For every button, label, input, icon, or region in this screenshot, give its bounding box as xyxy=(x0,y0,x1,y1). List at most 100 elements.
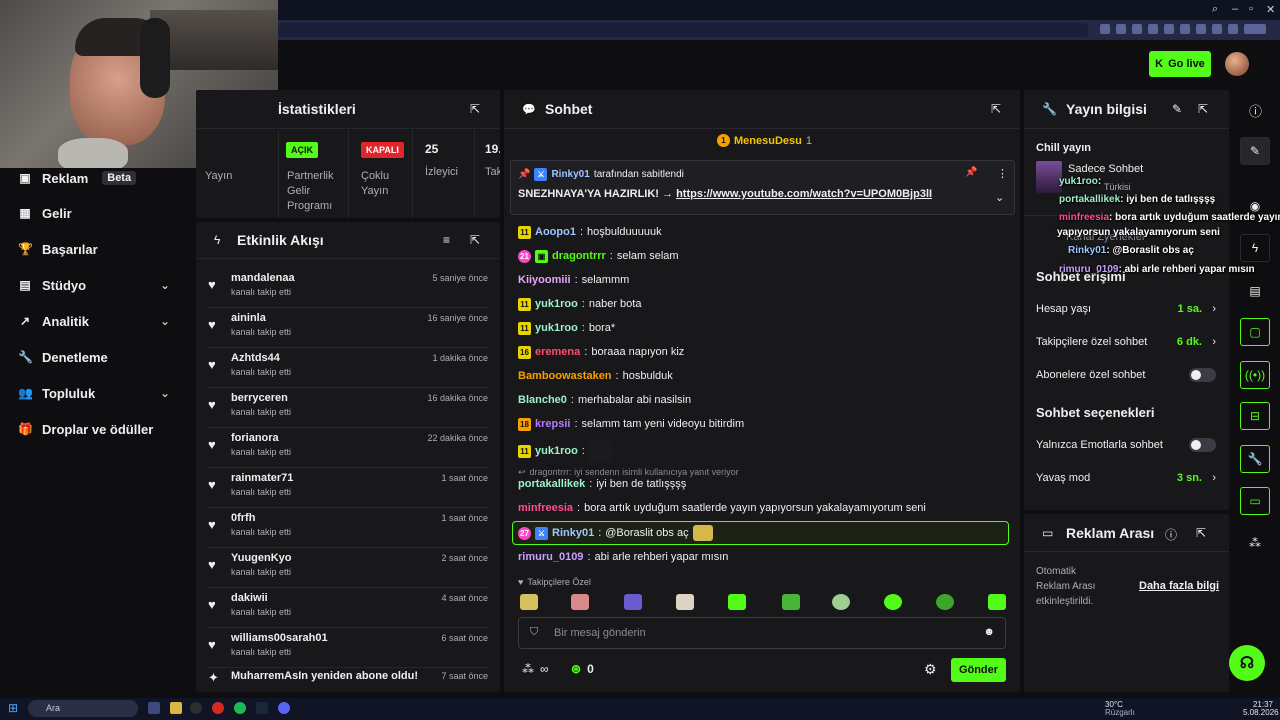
chat-input[interactable]: ⛉ Bir mesaj gönderin ☻ xyxy=(518,617,1006,649)
extension-icon[interactable] xyxy=(1164,24,1174,34)
close-icon[interactable]: ✕ xyxy=(1266,3,1275,16)
chat-message[interactable]: 11 yuk1roo: naber bota xyxy=(518,296,641,312)
maximize-icon[interactable]: ▫ xyxy=(1249,3,1253,15)
slow-mode-setting[interactable]: Yavaş mod 3 sn. › xyxy=(1036,470,1216,486)
chat-message[interactable]: 16 eremena: boraaa napıyon kiz xyxy=(518,344,684,360)
spotify-icon[interactable] xyxy=(234,702,246,714)
extension-icon[interactable] xyxy=(1212,24,1222,34)
event-row[interactable]: ✦ MuharremAsIn yeniden abone oldu! 7 saa… xyxy=(196,668,500,688)
popout-icon[interactable]: ⇱ xyxy=(470,233,480,247)
emote-picker-item[interactable] xyxy=(832,594,850,610)
lightning-icon[interactable]: ϟ xyxy=(1240,234,1270,262)
emoji-icon[interactable]: ☻ xyxy=(983,626,995,638)
points-icon[interactable]: ⁂ xyxy=(1240,529,1270,557)
chat-message[interactable]: 11 yuk1roo: xyxy=(518,440,613,462)
sidebar-item-studio[interactable]: ▤ Stüdyo xyxy=(18,275,86,295)
weather-widget[interactable]: 30°C Rüzgarlı xyxy=(1105,701,1135,717)
chevron-down-icon[interactable]: ⌄ xyxy=(160,278,170,292)
edit-pencil-icon[interactable]: ✎ xyxy=(1240,137,1270,165)
chat-message[interactable]: 11 Aoopo1: hoşbulduuuuuk xyxy=(518,224,662,240)
address-bar[interactable] xyxy=(278,23,1088,37)
minimize-icon[interactable]: – xyxy=(1232,3,1238,15)
layout-icon[interactable]: ⊟ xyxy=(1240,402,1270,430)
window-icon[interactable]: ▭ xyxy=(1240,487,1270,515)
discord-icon[interactable] xyxy=(278,702,290,714)
event-row[interactable]: ♥ Azhtds44 kanalı takip etti 1 dakika ön… xyxy=(196,348,500,388)
support-button[interactable]: ☊ xyxy=(1229,645,1265,681)
event-row[interactable]: ♥ forianora kanalı takip etti 22 dakika … xyxy=(196,428,500,468)
emote-picker-item[interactable] xyxy=(728,594,746,610)
event-row[interactable]: ♥ aininla kanalı takip etti 16 saniye ön… xyxy=(196,308,500,348)
chevron-down-icon[interactable]: ⌄ xyxy=(160,386,170,400)
event-row[interactable]: ♥ berryceren kanalı takip etti 16 dakika… xyxy=(196,388,500,428)
info-icon[interactable]: ⓘ xyxy=(1249,101,1262,120)
popout-icon[interactable]: ⇱ xyxy=(991,102,1001,116)
chat-message[interactable]: portakallikek: iyi ben de tatlışşşş xyxy=(518,476,686,492)
clock[interactable]: 21:37 5.08.2026 xyxy=(1243,701,1279,717)
extension-icon[interactable] xyxy=(1116,24,1126,34)
extension-icon[interactable] xyxy=(1100,24,1110,34)
event-row[interactable]: ♥ mandalenaa kanalı takip etti 5 saniye … xyxy=(196,268,500,308)
chat-message[interactable]: Kiiyoomiii: selammm xyxy=(518,272,629,288)
emote-picker-item[interactable] xyxy=(571,594,589,610)
profile-icon[interactable] xyxy=(1228,24,1238,34)
task-view-icon[interactable] xyxy=(148,702,160,714)
followers-only-setting[interactable]: Takipçilere özel sohbet 6 dk. › xyxy=(1036,334,1216,350)
chat-message[interactable]: 21 ▣ dragontrrr: selam selam xyxy=(518,248,679,264)
emote-picker-item[interactable] xyxy=(782,594,800,610)
emote-picker-item[interactable] xyxy=(884,594,902,610)
app-icon[interactable] xyxy=(190,702,202,714)
notes-icon[interactable]: ▤ xyxy=(1240,277,1270,305)
event-row[interactable]: ♥ dakiwii kanalı takip etti 4 saat önce xyxy=(196,588,500,628)
emote-only-toggle[interactable] xyxy=(1189,438,1216,452)
emote-only-setting[interactable]: Yalnızca Emotlarla sohbet xyxy=(1036,437,1216,453)
sidebar-item-revenue[interactable]: ▦ Gelir xyxy=(18,203,71,223)
sidebar-item-achievements[interactable]: 🏆 Başarılar xyxy=(18,239,98,259)
taskbar-search[interactable]: Ara xyxy=(28,700,138,717)
emote-picker-item[interactable] xyxy=(936,594,954,610)
chevron-down-icon[interactable]: ⌄ xyxy=(995,191,1004,204)
edit-pencil-icon[interactable]: ✎ xyxy=(1172,102,1182,116)
popout-icon[interactable]: ⇱ xyxy=(1198,102,1208,116)
event-row[interactable]: ♥ rainmater71 kanalı takip etti 1 saat ö… xyxy=(196,468,500,508)
extension-icon[interactable] xyxy=(1180,24,1190,34)
wrench-icon[interactable]: 🔧 xyxy=(1240,445,1270,473)
emote-picker-item[interactable] xyxy=(988,594,1006,610)
emote-picker-item[interactable] xyxy=(624,594,642,610)
event-row[interactable]: ♥ YuugenKyo kanalı takip etti 2 saat önc… xyxy=(196,548,500,588)
pinned-link[interactable]: https://www.youtube.com/watch?v=UPOM0Bjp… xyxy=(676,188,932,200)
more-icon[interactable]: ⋮ xyxy=(997,167,1008,180)
sidebar-item-moderation[interactable]: 🔧 Denetleme xyxy=(18,347,108,367)
info-icon[interactable]: ⓘ xyxy=(1165,526,1177,543)
extension-icon[interactable] xyxy=(1148,24,1158,34)
popout-icon[interactable]: ⇱ xyxy=(1196,526,1206,540)
windows-start-icon[interactable]: ⊞ xyxy=(8,701,18,715)
sidebar-item-analytics[interactable]: ↗ Analitik xyxy=(18,311,89,331)
chat-message[interactable]: 18 krepsii: selamm tam yeni videoyu biti… xyxy=(518,416,744,432)
sidebar-item-drops[interactable]: 🎁 Droplar ve ödüller xyxy=(18,419,153,439)
sidebar-item-ads[interactable]: ▣ Reklam Beta xyxy=(18,168,137,188)
popout-icon[interactable]: ⇱ xyxy=(470,102,480,116)
settings-gear-icon[interactable]: ⚙ xyxy=(924,661,937,678)
opera-icon[interactable] xyxy=(212,702,224,714)
extension-icon[interactable] xyxy=(1196,24,1206,34)
sidebar-item-community[interactable]: 👥 Topluluk xyxy=(18,383,95,403)
emote-picker-item[interactable] xyxy=(520,594,538,610)
chat-bubble-icon[interactable]: ▢ xyxy=(1240,318,1270,346)
filter-icon[interactable]: ≡ xyxy=(443,233,450,247)
learn-more-link[interactable]: Daha fazla bilgi xyxy=(1139,580,1219,592)
go-live-button[interactable]: K Go live xyxy=(1149,51,1211,77)
channel-points[interactable]: ⁂ ∞ xyxy=(522,662,549,676)
file-explorer-icon[interactable] xyxy=(170,702,182,714)
subscribers-only-setting[interactable]: Abonelere özel sohbet xyxy=(1036,367,1216,383)
event-row[interactable]: ♥ williams00sarah01 kanalı takip etti 6 … xyxy=(196,628,500,668)
chat-message[interactable]: Blanche0: merhabalar abi nasilsin xyxy=(518,392,691,408)
unpin-icon[interactable]: 📌 xyxy=(965,167,977,178)
send-button[interactable]: Gönder xyxy=(951,658,1006,682)
chevron-down-icon[interactable]: ⌄ xyxy=(160,314,170,328)
event-row[interactable]: ♥ 0frfh kanalı takip etti 1 saat önce xyxy=(196,508,500,548)
account-age-setting[interactable]: Hesap yaşı 1 sa. › xyxy=(1036,301,1216,317)
extension-icon[interactable] xyxy=(1132,24,1142,34)
chat-message[interactable]: 27 ⚔ Rinky01: @Boraslit obs aç xyxy=(518,525,713,541)
search-icon[interactable]: ⌕ xyxy=(1212,3,1218,16)
